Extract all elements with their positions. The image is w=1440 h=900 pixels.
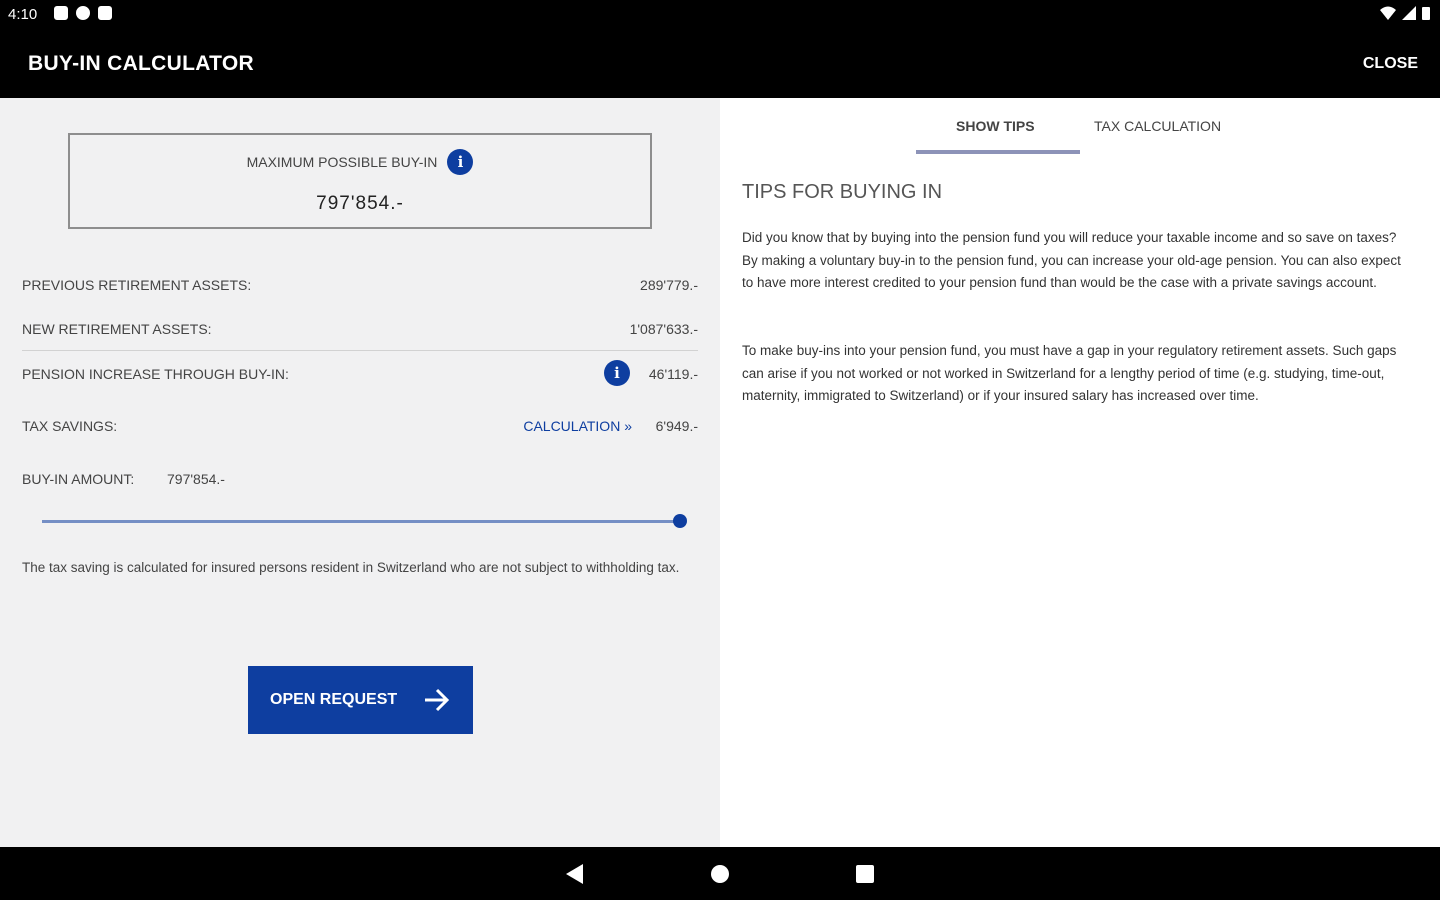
status-time: 4:10 bbox=[8, 6, 38, 23]
tips-paragraph: To make buy-ins into your pension fund, … bbox=[742, 343, 1397, 403]
wifi-icon bbox=[1380, 6, 1396, 20]
tab-indicator bbox=[916, 150, 1080, 154]
notification-icons bbox=[54, 6, 112, 20]
notification-icon bbox=[54, 6, 68, 20]
calculator-panel: MAXIMUM POSSIBLE BUY-IN i 797'854.- PREVI… bbox=[0, 98, 720, 847]
info-icon[interactable]: i bbox=[604, 360, 630, 386]
row-value: 1'087'633.- bbox=[629, 321, 698, 337]
home-icon[interactable] bbox=[711, 865, 729, 883]
signal-icon bbox=[1402, 6, 1416, 20]
calculation-link[interactable]: CALCULATION » bbox=[523, 418, 632, 434]
close-button[interactable]: CLOSE bbox=[1363, 55, 1418, 73]
max-buyin-box: MAXIMUM POSSIBLE BUY-IN i 797'854.- bbox=[68, 133, 652, 229]
row-value: 289'779.- bbox=[640, 277, 698, 293]
info-icon[interactable]: i bbox=[447, 149, 474, 175]
buyin-amount-label: BUY-IN AMOUNT: bbox=[22, 471, 135, 487]
back-icon[interactable] bbox=[566, 864, 583, 884]
buyin-amount-value: 797'854.- bbox=[167, 471, 225, 487]
max-buyin-label-row: MAXIMUM POSSIBLE BUY-IN i bbox=[70, 149, 650, 175]
tab-show-tips[interactable]: SHOW TIPS bbox=[956, 118, 1035, 134]
system-icons bbox=[1380, 6, 1430, 20]
tab-tax-calculation[interactable]: TAX CALCULATION bbox=[1094, 118, 1221, 134]
tips-panel: SHOW TIPS TAX CALCULATION TIPS FOR BUYIN… bbox=[720, 98, 1440, 847]
row-label: TAX SAVINGS: bbox=[22, 418, 118, 434]
max-buyin-label: MAXIMUM POSSIBLE BUY-IN bbox=[246, 154, 438, 170]
divider bbox=[22, 350, 698, 351]
navigation-bar bbox=[0, 847, 1440, 900]
tax-note: The tax saving is calculated for insured… bbox=[22, 560, 680, 575]
tips-title: TIPS FOR BUYING IN bbox=[742, 181, 943, 203]
app-notification-icon bbox=[76, 6, 90, 20]
row-label: PREVIOUS RETIREMENT ASSETS: bbox=[22, 277, 252, 293]
tips-paragraph: Did you know that by buying into the pen… bbox=[742, 230, 1401, 290]
row-label: PENSION INCREASE THROUGH BUY-IN: bbox=[22, 366, 289, 382]
page-title: BUY-IN CALCULATOR bbox=[28, 52, 254, 75]
status-bar: 4:10 bbox=[0, 0, 1440, 30]
buyin-slider-track[interactable] bbox=[42, 520, 682, 523]
row-label: NEW RETIREMENT ASSETS: bbox=[22, 321, 212, 337]
sd-card-icon bbox=[98, 6, 112, 20]
open-request-label: OPEN REQUEST bbox=[270, 691, 398, 708]
arrow-right-icon bbox=[425, 688, 450, 712]
open-request-button[interactable]: OPEN REQUEST bbox=[248, 666, 473, 734]
recents-icon[interactable] bbox=[856, 865, 874, 883]
row-value: 6'949.- bbox=[655, 418, 698, 434]
app-bar: BUY-IN CALCULATOR CLOSE bbox=[0, 30, 1440, 98]
row-value: 46'119.- bbox=[648, 366, 698, 382]
battery-icon bbox=[1422, 7, 1430, 20]
buyin-slider-thumb[interactable] bbox=[673, 514, 687, 528]
max-buyin-value: 797'854.- bbox=[316, 193, 404, 214]
